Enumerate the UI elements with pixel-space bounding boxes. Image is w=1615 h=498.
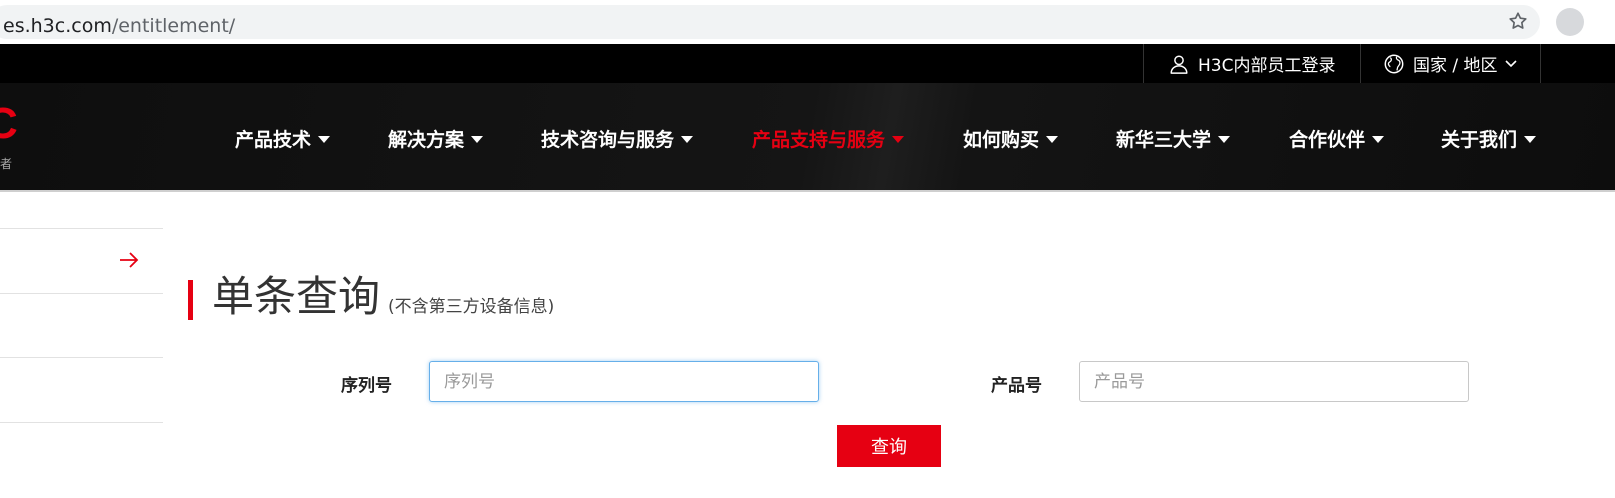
nav-item-consulting[interactable]: 技术咨询与服务	[541, 123, 694, 153]
sidebar-divider	[0, 228, 163, 229]
caret-down-icon	[1218, 135, 1231, 143]
nav-label: 合作伙伴	[1289, 128, 1366, 151]
employee-login-link[interactable]: H3C内部员工登录	[1168, 44, 1335, 83]
caret-down-icon	[892, 135, 905, 143]
sidebar-divider	[0, 293, 163, 294]
url-path: /entitlement/	[111, 15, 236, 37]
caret-down-icon	[1372, 135, 1385, 143]
arrow-right-icon[interactable]	[118, 250, 140, 270]
page-title: 单条查询	[212, 272, 381, 321]
divider	[1360, 44, 1361, 83]
divider	[1540, 44, 1541, 83]
caret-down-icon	[681, 135, 694, 143]
nav-label: 新华三大学	[1116, 128, 1212, 151]
caret-down-icon	[471, 135, 484, 143]
nav-item-university[interactable]: 新华三大学	[1116, 123, 1231, 153]
nav-label: 如何购买	[963, 128, 1040, 151]
globe-icon	[1384, 54, 1404, 73]
page-subtitle: (不含第三方设备信息)	[388, 297, 555, 317]
profile-avatar-icon[interactable]	[1556, 8, 1584, 36]
product-label: 产品号	[991, 376, 1042, 396]
utility-bar: H3C内部员工登录 国家 / 地区	[0, 44, 1615, 83]
bookmark-star-icon[interactable]	[1507, 10, 1529, 32]
caret-down-icon	[1046, 135, 1059, 143]
nav-item-partners[interactable]: 合作伙伴	[1289, 123, 1385, 153]
region-label: 国家 / 地区	[1413, 56, 1498, 76]
caret-down-icon	[318, 135, 331, 143]
nav-item-solutions[interactable]: 解决方案	[388, 123, 484, 153]
caret-down-icon	[1524, 135, 1537, 143]
logo-tagline: 者	[0, 157, 13, 171]
url-host: es.h3c.com	[3, 15, 112, 37]
sidebar-divider	[0, 357, 163, 358]
nav-label: 关于我们	[1441, 128, 1518, 151]
user-icon	[1170, 54, 1188, 74]
employee-login-label: H3C内部员工登录	[1198, 56, 1336, 76]
h3c-logo[interactable]: C	[0, 99, 18, 149]
address-bar[interactable]: es.h3c.com/entitlement/	[0, 5, 1540, 39]
url-text[interactable]: es.h3c.com/entitlement/	[3, 14, 235, 38]
region-selector[interactable]: 国家 / 地区	[1383, 44, 1518, 83]
nav-label: 技术咨询与服务	[541, 128, 675, 151]
browser-toolbar: es.h3c.com/entitlement/	[0, 0, 1615, 44]
query-button[interactable]: 查询	[837, 425, 941, 467]
nav-label: 产品技术	[235, 128, 312, 151]
divider	[1143, 44, 1144, 83]
chevron-down-icon	[1504, 59, 1517, 67]
nav-item-about[interactable]: 关于我们	[1441, 123, 1537, 153]
nav-item-how-to-buy[interactable]: 如何购买	[963, 123, 1059, 153]
main-nav: C 者 产品技术 解决方案 技术咨询与服务 产品支持与服务 如何购买 新华三大学…	[0, 83, 1615, 192]
nav-label: 解决方案	[388, 128, 465, 151]
serial-label: 序列号	[341, 376, 392, 396]
nav-item-support[interactable]: 产品支持与服务	[752, 123, 905, 153]
nav-item-products[interactable]: 产品技术	[235, 123, 331, 153]
heading-accent-bar	[188, 280, 193, 320]
sidebar-divider	[0, 422, 163, 423]
serial-number-input[interactable]	[429, 361, 819, 402]
product-number-input[interactable]	[1079, 361, 1469, 402]
nav-label: 产品支持与服务	[752, 128, 886, 151]
